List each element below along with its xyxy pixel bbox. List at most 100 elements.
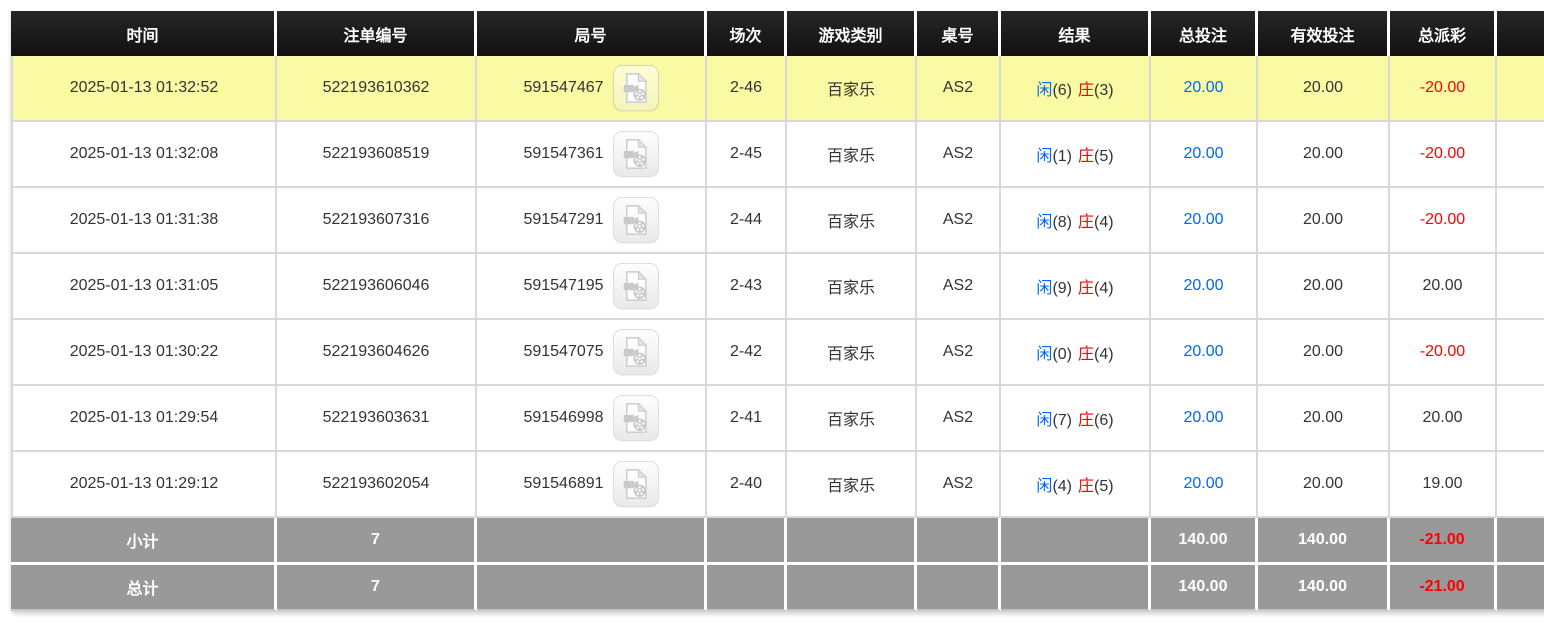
video-replay-button[interactable] xyxy=(613,395,659,441)
bet-record-row[interactable]: 2025-01-13 01:30:22522193604626591547075… xyxy=(11,320,1544,386)
cell-total-bet: 20.00 xyxy=(1151,122,1258,188)
cell-round-id: 591546998 xyxy=(477,386,707,452)
video-replay-button[interactable] xyxy=(613,131,659,177)
result-banker-score: (6) xyxy=(1094,412,1114,429)
subtotal-cutoff xyxy=(1497,518,1544,565)
grand-total-payout: -21.00 xyxy=(1390,565,1497,611)
header-round-id: 局号 xyxy=(477,11,707,56)
total-bet-link[interactable]: 20.00 xyxy=(1183,277,1223,294)
cell-bet-id: 522193603631 xyxy=(277,386,477,452)
table-footer: 小计 7 140.00 140.00 -21.00 总计 7 140.00 14… xyxy=(11,518,1544,611)
cell-total-bet: 20.00 xyxy=(1151,386,1258,452)
cell-time: 2025-01-13 01:31:38 xyxy=(11,188,277,254)
cell-valid-bet: 20.00 xyxy=(1258,188,1390,254)
result-banker-label: 庄 xyxy=(1078,346,1094,363)
cell-time: 2025-01-13 01:31:05 xyxy=(11,254,277,320)
cell-cutoff xyxy=(1497,320,1544,386)
grand-total-empty-round xyxy=(477,565,707,611)
bet-record-row[interactable]: 2025-01-13 01:31:05522193606046591547195… xyxy=(11,254,1544,320)
result-player-score: (9) xyxy=(1052,280,1072,297)
video-replay-button[interactable] xyxy=(613,197,659,243)
result-player-score: (6) xyxy=(1052,82,1072,99)
subtotal-empty-table xyxy=(917,518,1001,565)
result-banker-label: 庄 xyxy=(1078,148,1094,165)
video-file-icon xyxy=(621,138,651,170)
round-id-value: 591547195 xyxy=(523,277,603,295)
video-file-icon xyxy=(621,468,651,500)
result-player-score: (1) xyxy=(1052,148,1072,165)
bet-records-table-wrap: 时间 注单编号 局号 场次 游戏类别 桌号 结果 总投注 有效投注 总派彩 20… xyxy=(11,11,1544,611)
video-replay-button[interactable] xyxy=(613,263,659,309)
cell-total-payout: 20.00 xyxy=(1390,386,1497,452)
result-banker-score: (5) xyxy=(1094,478,1114,495)
header-result: 结果 xyxy=(1001,11,1151,56)
round-id-value: 591547075 xyxy=(523,343,603,361)
result-player-label: 闲 xyxy=(1036,214,1052,231)
result-player-score: (0) xyxy=(1052,346,1072,363)
cell-cutoff xyxy=(1497,188,1544,254)
header-bet-id: 注单编号 xyxy=(277,11,477,56)
cell-time: 2025-01-13 01:29:12 xyxy=(11,452,277,518)
cell-valid-bet: 20.00 xyxy=(1258,254,1390,320)
cell-time: 2025-01-13 01:32:08 xyxy=(11,122,277,188)
video-file-icon xyxy=(621,402,651,434)
cell-valid-bet: 20.00 xyxy=(1258,320,1390,386)
round-id-value: 591547361 xyxy=(523,145,603,163)
subtotal-valid-bet: 140.00 xyxy=(1258,518,1390,565)
grand-total-total-bet: 140.00 xyxy=(1151,565,1258,611)
cell-result: 闲(6)庄(3) xyxy=(1001,56,1151,122)
result-player-label: 闲 xyxy=(1036,412,1052,429)
header-game-type: 游戏类别 xyxy=(787,11,917,56)
result-banker-score: (5) xyxy=(1094,148,1114,165)
total-bet-link[interactable]: 20.00 xyxy=(1183,475,1223,492)
cell-round-id: 591547361 xyxy=(477,122,707,188)
subtotal-payout: -21.00 xyxy=(1390,518,1497,565)
cell-total-payout: 19.00 xyxy=(1390,452,1497,518)
total-bet-link[interactable]: 20.00 xyxy=(1183,79,1223,96)
result-player-label: 闲 xyxy=(1036,148,1052,165)
header-table-no: 桌号 xyxy=(917,11,1001,56)
cell-bet-id: 522193608519 xyxy=(277,122,477,188)
result-banker-score: (4) xyxy=(1094,214,1114,231)
cell-cutoff xyxy=(1497,452,1544,518)
cell-valid-bet: 20.00 xyxy=(1258,56,1390,122)
total-bet-link[interactable]: 20.00 xyxy=(1183,343,1223,360)
cell-game-type: 百家乐 xyxy=(787,188,917,254)
cell-result: 闲(0)庄(4) xyxy=(1001,320,1151,386)
subtotal-label: 小计 xyxy=(11,518,277,565)
cell-session: 2-41 xyxy=(707,386,787,452)
grand-total-empty-result xyxy=(1001,565,1151,611)
result-banker-label: 庄 xyxy=(1078,214,1094,231)
cell-game-type: 百家乐 xyxy=(787,386,917,452)
grand-total-empty-session xyxy=(707,565,787,611)
total-bet-link[interactable]: 20.00 xyxy=(1183,145,1223,162)
cell-session: 2-43 xyxy=(707,254,787,320)
cell-table-no: AS2 xyxy=(917,386,1001,452)
grand-total-empty-table xyxy=(917,565,1001,611)
bet-record-row[interactable]: 2025-01-13 01:29:12522193602054591546891… xyxy=(11,452,1544,518)
video-replay-button[interactable] xyxy=(613,65,659,111)
cell-game-type: 百家乐 xyxy=(787,56,917,122)
cell-game-type: 百家乐 xyxy=(787,122,917,188)
result-banker-label: 庄 xyxy=(1078,412,1094,429)
cell-total-payout: -20.00 xyxy=(1390,320,1497,386)
bet-record-row[interactable]: 2025-01-13 01:31:38522193607316591547291… xyxy=(11,188,1544,254)
round-id-value: 591547291 xyxy=(523,211,603,229)
cell-total-payout: 20.00 xyxy=(1390,254,1497,320)
video-replay-button[interactable] xyxy=(613,461,659,507)
bet-record-row[interactable]: 2025-01-13 01:32:52522193610362591547467… xyxy=(11,56,1544,122)
cell-time: 2025-01-13 01:29:54 xyxy=(11,386,277,452)
cell-total-bet: 20.00 xyxy=(1151,452,1258,518)
result-player-score: (4) xyxy=(1052,478,1072,495)
video-replay-button[interactable] xyxy=(613,329,659,375)
total-bet-link[interactable]: 20.00 xyxy=(1183,409,1223,426)
cell-total-payout: -20.00 xyxy=(1390,56,1497,122)
cell-session: 2-45 xyxy=(707,122,787,188)
bet-record-row[interactable]: 2025-01-13 01:29:54522193603631591546998… xyxy=(11,386,1544,452)
grand-total-count: 7 xyxy=(277,565,477,611)
cell-result: 闲(7)庄(6) xyxy=(1001,386,1151,452)
cell-valid-bet: 20.00 xyxy=(1258,386,1390,452)
subtotal-total-bet: 140.00 xyxy=(1151,518,1258,565)
total-bet-link[interactable]: 20.00 xyxy=(1183,211,1223,228)
bet-record-row[interactable]: 2025-01-13 01:32:08522193608519 591547361… xyxy=(11,122,1544,188)
